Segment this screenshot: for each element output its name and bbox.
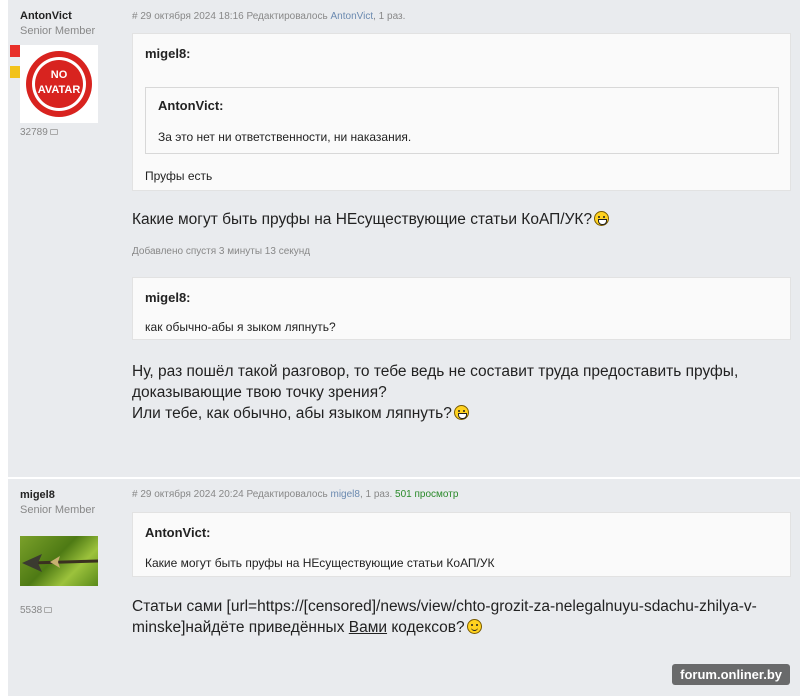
post-text: minske]найдёте приведённых Вами кодексов… <box>132 617 482 638</box>
post-text-line: доказывающие твою точку зрения? <box>132 384 387 401</box>
comment-icon <box>44 607 53 613</box>
vami-link[interactable]: Вами <box>349 619 387 636</box>
quote-author: migel8: <box>145 46 191 61</box>
message-count-value: 32789 <box>20 127 48 138</box>
author-name[interactable]: AntonVict <box>20 10 72 22</box>
post-text-line: Ну, раз пошёл такой разговор, то тебе ве… <box>132 363 739 380</box>
quote-text: Пруфы есть <box>145 169 213 183</box>
post-text: Какие могут быть пруфы на НЕсуществующие… <box>132 209 610 230</box>
avatar[interactable]: NO AVATAR <box>20 45 98 123</box>
author-rank: Senior Member <box>20 25 96 37</box>
post-text-line: Статьи сами [url=https://[censored]/news… <box>132 598 757 615</box>
quote-author: AntonVict: <box>145 525 211 540</box>
quote-block: migel8: AntonVict: За это нет ни ответст… <box>132 33 791 191</box>
post-meta: # 29 октября 2024 20:24 Редактировалось … <box>132 489 458 500</box>
message-count[interactable]: 5538 <box>20 605 53 616</box>
no-avatar-icon: NO AVATAR <box>20 45 98 123</box>
post-text-line: minske]найдёте приведённых <box>132 619 349 636</box>
message-count-value: 5538 <box>20 605 43 616</box>
author-name[interactable]: migel8 <box>20 489 55 501</box>
quote-text: Какие могут быть пруфы на НЕсуществующие… <box>145 556 495 570</box>
ribbon-red-icon <box>10 45 20 57</box>
post-meta-suffix: , 1 раз. <box>373 11 406 22</box>
comment-icon <box>49 129 58 135</box>
post-text: Или тебе, как обычно, абы языком ляпнуть… <box>132 403 469 424</box>
avatar-label: NO <box>51 69 68 81</box>
ribbon-yellow-icon <box>10 66 20 78</box>
watermark: forum.onliner.by <box>672 664 790 685</box>
views-count: 501 просмотр <box>395 489 459 500</box>
arrow-avatar-icon <box>22 554 98 572</box>
quote-author: migel8: <box>145 290 191 305</box>
laughing-smiley-icon <box>453 405 469 420</box>
added-note: Добавлено спустя 3 минуты 13 секунд <box>132 246 311 257</box>
quote-block: AntonVict: Какие могут быть пруфы на НЕс… <box>132 512 791 577</box>
message-count[interactable]: 32789 <box>20 127 58 138</box>
quote-author: AntonVict: <box>158 98 224 113</box>
quote-text: как обычно-абы я зыком ляпнуть? <box>145 320 336 334</box>
post-meta-date: # 29 октября 2024 18:16 Редактировалось <box>132 11 331 22</box>
post-meta: # 29 октября 2024 18:16 Редактировалось … <box>132 11 405 22</box>
avatar[interactable] <box>20 536 98 586</box>
forum-post: AntonVict Senior Member NO AVATAR 32789 … <box>8 0 800 477</box>
editor-link[interactable]: AntonVict <box>331 11 374 22</box>
post-text-line: Или тебе, как обычно, абы языком ляпнуть… <box>132 405 452 422</box>
author-rank: Senior Member <box>20 504 96 516</box>
laughing-smiley-icon <box>594 211 610 226</box>
post-meta-suffix: , 1 раз. <box>359 489 396 500</box>
editor-link[interactable]: migel8 <box>331 489 360 500</box>
smile-smiley-icon <box>466 619 482 634</box>
avatar-label: AVATAR <box>38 84 81 96</box>
quote-text: За это нет ни ответственности, ни наказа… <box>158 130 412 144</box>
nested-quote-block: AntonVict: За это нет ни ответственности… <box>145 87 779 154</box>
quote-block: migel8: как обычно-абы я зыком ляпнуть? <box>132 277 791 340</box>
post-text-line: кодексов? <box>387 619 465 636</box>
post-text-line: Какие могут быть пруфы на НЕсуществующие… <box>132 211 593 228</box>
post-meta-date: # 29 октября 2024 20:24 Редактировалось <box>132 489 331 500</box>
